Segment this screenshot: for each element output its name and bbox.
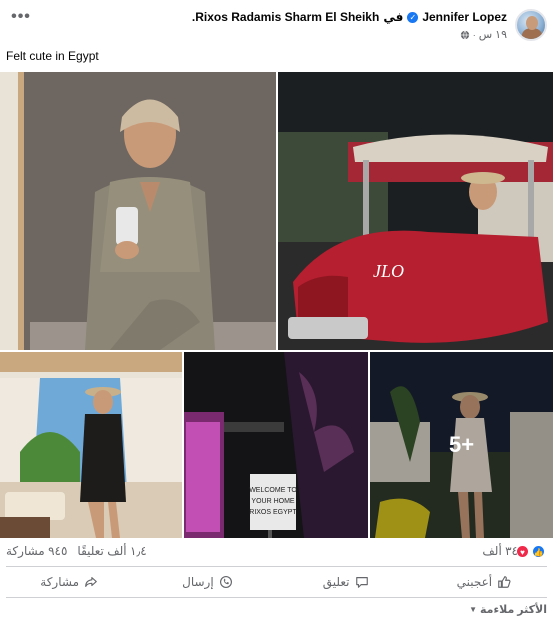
more-icon[interactable]: ••• (10, 9, 32, 30)
photo-4[interactable]: WELCOME TO YOUR HOME RIXOS EGYPT (184, 352, 368, 538)
reactions-summary[interactable]: 👍 ♥ ٣٤ ألف (482, 544, 545, 558)
share-icon (85, 577, 97, 587)
svg-text:WELCOME TO: WELCOME TO (249, 487, 297, 494)
photo-1[interactable] (0, 72, 276, 350)
comments-count[interactable]: ١٫٤ ألف تعليقًا (77, 544, 146, 558)
photo-3-image (0, 352, 182, 538)
photo-2[interactable]: JLO (278, 72, 553, 350)
like-label: أعجبني (456, 575, 493, 589)
dot-separator: · (472, 29, 476, 40)
more-photos-overlay[interactable]: 5+ (370, 352, 553, 538)
send-label: إرسال (182, 575, 214, 589)
location-prefix: في (383, 10, 404, 24)
post-meta: ١٩ س · (460, 28, 507, 41)
engagement-counts: ١٫٤ ألف تعليقًا ٩٤٥ مشاركة (6, 544, 147, 558)
photo-3[interactable] (0, 352, 182, 538)
caret-down-icon: ▼ (469, 605, 477, 614)
like-reaction-icon: 👍 (532, 544, 545, 558)
counts-row: 👍 ♥ ٣٤ ألف ١٫٤ ألف تعليقًا ٩٤٥ مشاركة (0, 540, 553, 562)
share-button[interactable]: مشاركة (0, 567, 138, 597)
like-button[interactable]: أعجبني (415, 567, 553, 597)
photo-4-image: WELCOME TO YOUR HOME RIXOS EGYPT (184, 352, 368, 538)
send-button[interactable]: إرسال (138, 567, 276, 597)
comment-button[interactable]: تعليق (277, 567, 415, 597)
photo-2-image: JLO (278, 72, 553, 350)
photo-5[interactable]: 5+ (370, 352, 553, 538)
post-header: Jennifer Lopez ✓ في Rixos Radamis Sharm … (0, 0, 553, 46)
actions-row: أعجبني تعليق إرسال مشاركة (0, 567, 553, 597)
verified-icon: ✓ (407, 11, 419, 23)
author-name[interactable]: Jennifer Lopez (422, 10, 507, 24)
svg-text:YOUR HOME: YOUR HOME (251, 498, 295, 505)
author-line: Jennifer Lopez ✓ في Rixos Radamis Sharm … (192, 10, 507, 24)
globe-icon (460, 30, 469, 39)
divider (6, 597, 547, 598)
svg-text:RIXOS EGYPT: RIXOS EGYPT (249, 509, 297, 516)
post-time[interactable]: ١٩ س (479, 28, 507, 41)
sort-label: الأكثر ملاءمة (479, 604, 547, 616)
post-caption: Felt cute in Egypt (6, 49, 99, 63)
comment-label: تعليق (322, 575, 350, 589)
send-icon (219, 576, 232, 588)
like-icon (498, 576, 511, 588)
author-avatar[interactable] (515, 9, 547, 41)
shares-count[interactable]: ٩٤٥ مشاركة (6, 544, 67, 558)
svg-text:JLO: JLO (373, 261, 404, 281)
comment-sort-dropdown[interactable]: الأكثر ملاءمة ▼ (469, 603, 547, 616)
share-label: مشاركة (40, 575, 79, 589)
reactions-count: ٣٤ ألف (482, 544, 518, 558)
location-link[interactable]: Rixos Radamis Sharm El Sheikh. (192, 10, 379, 24)
comment-icon (355, 577, 368, 588)
photo-1-image (0, 72, 276, 350)
